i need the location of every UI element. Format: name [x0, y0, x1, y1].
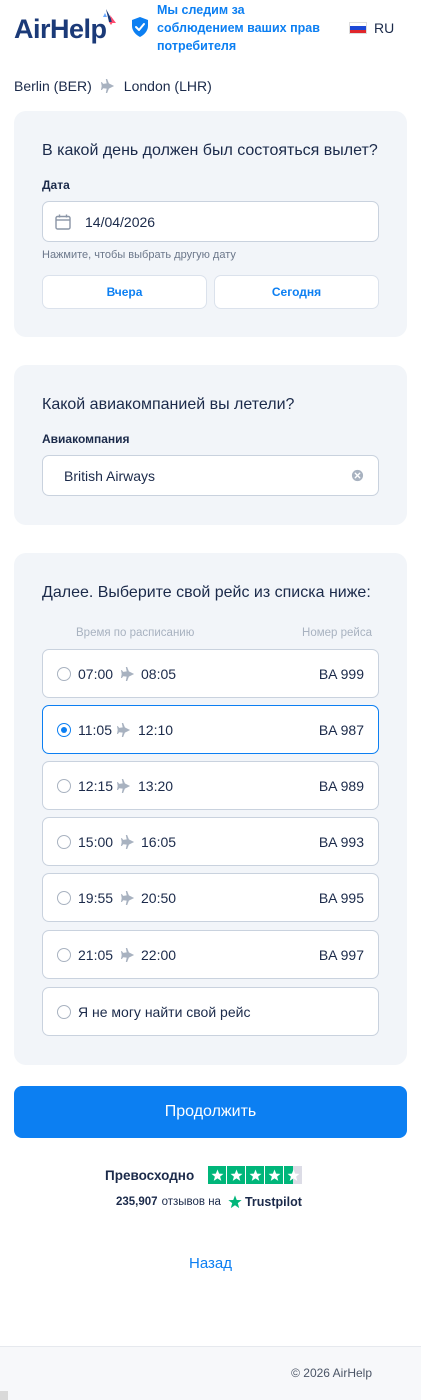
- star-icon: [227, 1166, 245, 1184]
- trustpilot-rating-label: Превосходно: [105, 1168, 195, 1183]
- date-hint: Нажмите, чтобы выбрать другую дату: [42, 249, 236, 261]
- departure-time: 11:05: [78, 722, 112, 738]
- flight-not-found-label: Я не могу найти свой рейс: [78, 1004, 251, 1020]
- airplane-icon: [100, 79, 114, 93]
- departure-time: 15:00: [78, 834, 114, 850]
- flight-option[interactable]: 19:55 20:50 BA 995: [42, 873, 379, 922]
- flight-route: Berlin (BER) London (LHR): [14, 78, 212, 94]
- continue-button[interactable]: Продолжить: [14, 1086, 407, 1138]
- flight-number: BA 989: [318, 778, 364, 794]
- clear-icon[interactable]: [351, 469, 364, 482]
- flight-option-selected[interactable]: 11:05 12:10 BA 987: [42, 705, 379, 754]
- flights-instruction: Далее. Выберите свой рейс из списка ниже…: [42, 584, 371, 601]
- corner-handle: [0, 1391, 8, 1400]
- today-button[interactable]: Сегодня: [214, 275, 379, 309]
- star-icon: [246, 1166, 264, 1184]
- airplane-icon: [121, 667, 135, 681]
- header: AirHelp Мы следим за соблюдением ваших п…: [0, 0, 421, 60]
- arrival-time: 22:00: [141, 947, 177, 963]
- arrival-time: 13:20: [138, 778, 174, 794]
- trustpilot-reviews[interactable]: 235,907 отзывов на Trustpilot: [116, 1195, 302, 1209]
- flights-card: Далее. Выберите свой рейс из списка ниже…: [14, 553, 407, 1065]
- reviews-text: отзывов на: [161, 1196, 221, 1208]
- trustpilot-stars: [208, 1166, 303, 1184]
- route-destination: London (LHR): [123, 78, 212, 94]
- airplane-icon: [117, 723, 131, 737]
- logo-mark-icon: [103, 9, 116, 25]
- flight-radio[interactable]: [57, 891, 71, 905]
- airline-card: Какой авиакомпанией вы летели? Авиакомпа…: [14, 365, 407, 525]
- flight-number: BA 987: [318, 722, 364, 738]
- arrival-time: 16:05: [141, 834, 177, 850]
- flight-not-found-option[interactable]: Я не могу найти свой рейс: [42, 987, 379, 1036]
- star-icon: [208, 1166, 226, 1184]
- airline-field-label: Авиакомпания: [42, 432, 130, 446]
- date-field-label: Дата: [42, 178, 70, 192]
- departure-time: 07:00: [78, 666, 114, 682]
- flight-number: BA 993: [318, 834, 364, 850]
- copyright: © 2026 AirHelp: [291, 1366, 372, 1380]
- airplane-icon: [121, 948, 135, 962]
- date-question: В какой день должен был состояться вылет…: [42, 142, 378, 159]
- trustpilot-star-icon: [228, 1195, 242, 1209]
- arrival-time: 12:10: [138, 722, 174, 738]
- flight-radio[interactable]: [57, 1005, 71, 1019]
- flight-radio[interactable]: [57, 835, 71, 849]
- date-value: 14/04/2026: [85, 214, 156, 230]
- departure-time: 21:05: [78, 947, 114, 963]
- airplane-icon: [117, 779, 131, 793]
- scheduled-time-header: Время по расписанию: [76, 627, 195, 639]
- half-star-icon: [284, 1166, 302, 1184]
- arrival-time: 08:05: [141, 666, 177, 682]
- trustpilot-brand: Trustpilot: [244, 1195, 302, 1209]
- airplane-icon: [121, 891, 135, 905]
- flight-option[interactable]: 15:00 16:05 BA 993: [42, 817, 379, 866]
- departure-time: 12:15: [78, 778, 114, 794]
- flight-number: BA 995: [318, 890, 364, 906]
- russia-flag-icon: [349, 22, 367, 34]
- date-input[interactable]: 14/04/2026: [42, 201, 379, 242]
- calendar-icon: [55, 214, 71, 230]
- flight-number: BA 997: [318, 947, 364, 963]
- flight-option[interactable]: 21:05 22:00 BA 997: [42, 930, 379, 979]
- shield-check-icon: [132, 17, 148, 37]
- flight-radio[interactable]: [57, 667, 71, 681]
- departure-time: 19:55: [78, 890, 114, 906]
- back-link[interactable]: Назад: [0, 1255, 421, 1272]
- date-card: В какой день должен был состояться вылет…: [14, 111, 407, 337]
- airhelp-logo[interactable]: AirHelp: [14, 14, 107, 45]
- language-selector[interactable]: RU: [349, 20, 394, 36]
- flight-number: BA 999: [318, 666, 364, 682]
- route-origin: Berlin (BER): [14, 78, 92, 94]
- review-count: 235,907: [116, 1196, 158, 1208]
- airplane-icon: [121, 835, 135, 849]
- consumer-rights-tagline: Мы следим за соблюдением ваших прав потр…: [157, 3, 320, 53]
- flight-radio[interactable]: [57, 948, 71, 962]
- airline-question: Какой авиакомпанией вы летели?: [42, 396, 295, 413]
- language-code: RU: [374, 20, 395, 36]
- flight-radio-selected[interactable]: [57, 723, 71, 737]
- flight-radio[interactable]: [57, 779, 71, 793]
- flight-number-header: Номер рейса: [302, 627, 372, 639]
- airline-value: British Airways: [64, 468, 156, 484]
- star-icon: [265, 1166, 283, 1184]
- flight-option[interactable]: 12:15 13:20 BA 989: [42, 761, 379, 810]
- airline-input[interactable]: British Airways: [42, 455, 379, 496]
- flight-option[interactable]: 07:00 08:05 BA 999: [42, 649, 379, 698]
- arrival-time: 20:50: [141, 890, 177, 906]
- yesterday-button[interactable]: Вчера: [42, 275, 207, 309]
